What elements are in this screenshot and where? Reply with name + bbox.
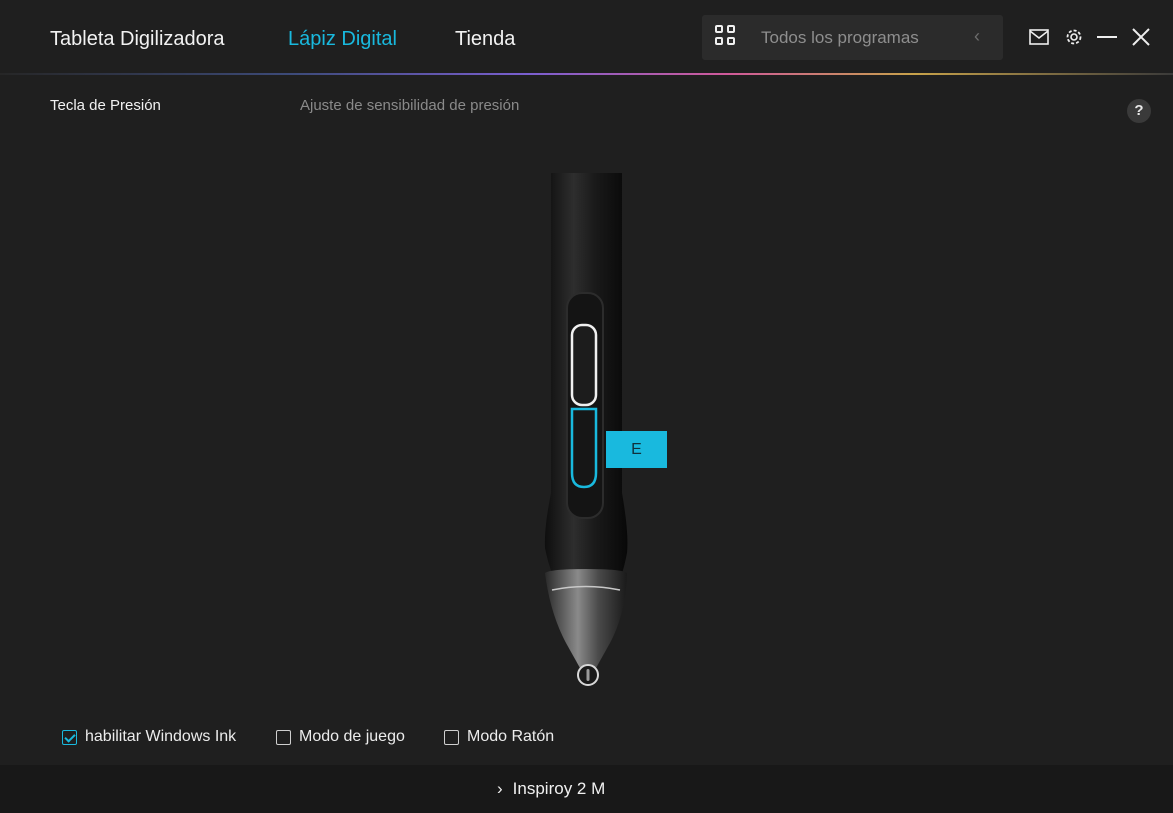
section-subtitle: Ajuste de sensibilidad de presión [300,97,520,114]
device-name: Inspiroy 2 M [512,779,606,798]
mail-icon[interactable] [1027,24,1051,50]
game-mode-label: Modo de juego [299,728,405,745]
pen-upper-button [570,323,598,407]
device-footer: › Inspiroy 2 M [0,765,1173,813]
pen-lower-button [570,407,598,489]
checkbox-unchecked-icon [276,729,291,745]
close-icon[interactable] [1129,24,1153,50]
help-icon[interactable]: ? [1127,99,1151,123]
gear-icon[interactable] [1062,24,1086,50]
section-title: Tecla de Presión [50,97,161,114]
chevron-left-icon[interactable]: ‹ [974,26,980,47]
mouse-mode-label: Modo Ratón [467,728,555,745]
minimize-icon[interactable] [1095,24,1119,50]
game-mode-checkbox[interactable]: Modo de juego [276,726,405,748]
chevron-right-icon: › [497,779,503,798]
grid-icon [715,25,737,47]
tab-tableta-digilizadora[interactable]: Tableta Digilizadora [50,26,225,52]
top-bar: Tableta Digilizadora Lápiz Digital Tiend… [0,0,1173,74]
programs-selector[interactable]: Todos los programas ‹ [702,15,1003,60]
selected-key-label[interactable]: E [606,431,667,468]
windows-ink-checkbox[interactable]: habilitar Windows Ink [62,726,236,748]
tab-lapiz-digital[interactable]: Lápiz Digital [288,26,397,52]
header-accent-line [0,73,1173,75]
device-selector[interactable]: › Inspiroy 2 M [497,779,605,799]
checkbox-checked-icon [62,729,77,745]
programs-label: Todos los programas [761,28,919,47]
checkbox-unchecked-icon [444,729,459,745]
mouse-mode-checkbox[interactable]: Modo Ratón [444,726,554,748]
windows-ink-label: habilitar Windows Ink [85,728,237,745]
tab-tienda[interactable]: Tienda [455,26,515,52]
